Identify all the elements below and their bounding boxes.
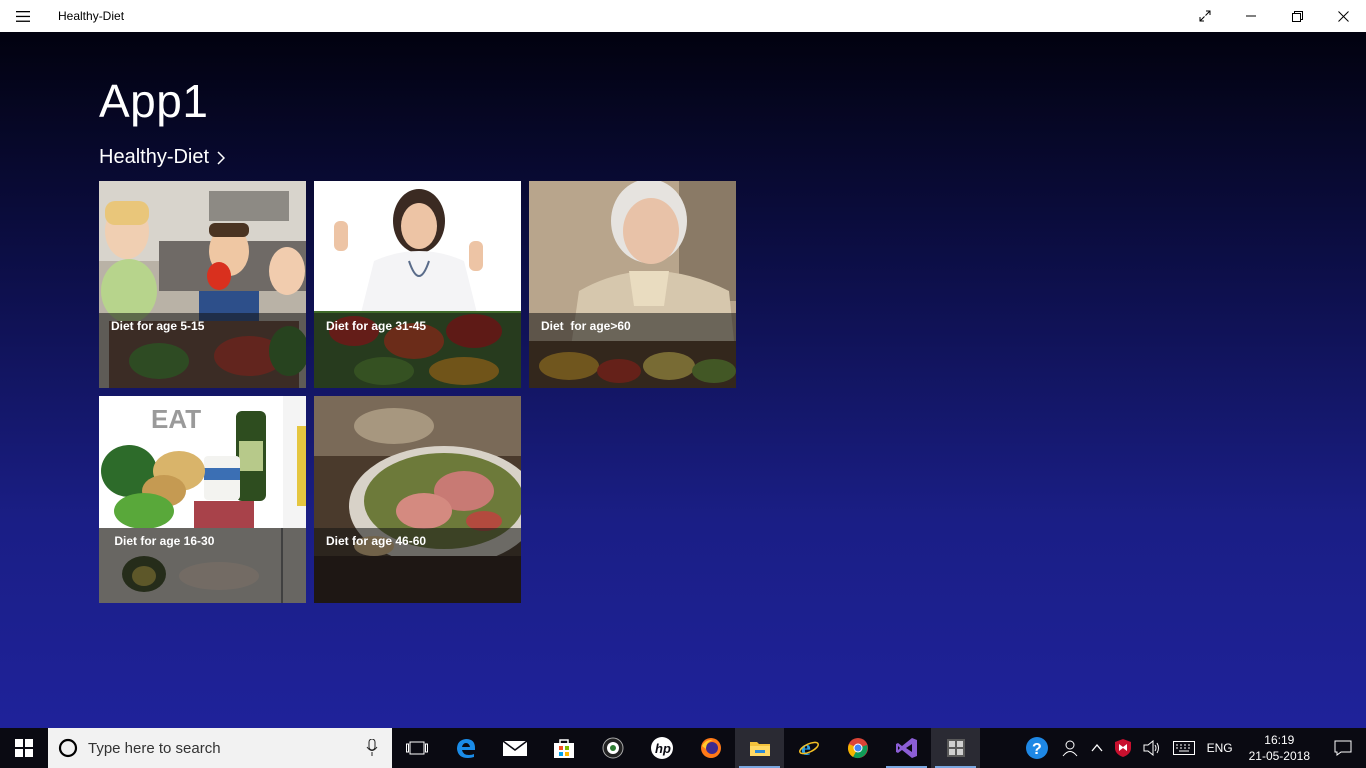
start-button[interactable] bbox=[0, 728, 48, 768]
tile-diet-age-5-15[interactable]: Diet for age 5-15 bbox=[99, 181, 306, 388]
cortana-icon bbox=[58, 738, 78, 758]
mail-icon bbox=[502, 740, 527, 756]
restore-icon bbox=[1291, 10, 1303, 22]
title-bar: Healthy-Diet bbox=[0, 0, 1366, 32]
taskbar-mail[interactable] bbox=[490, 728, 539, 768]
tile-diet-age-60-plus[interactable]: Diet for age>60 bbox=[529, 181, 736, 388]
tile-caption: Diet for age 5-15 bbox=[111, 319, 205, 333]
taskbar-visual-studio[interactable] bbox=[882, 728, 931, 768]
taskbar-hp[interactable]: hp bbox=[637, 728, 686, 768]
chevron-up-icon bbox=[1091, 744, 1103, 752]
taskbar-search-box[interactable]: Type here to search bbox=[48, 728, 392, 768]
help-tray-button[interactable]: ? bbox=[1019, 728, 1055, 768]
mcafee-shield-icon bbox=[1114, 739, 1131, 757]
people-icon bbox=[1062, 740, 1077, 757]
mcafee-tray-button[interactable] bbox=[1109, 728, 1137, 768]
search-placeholder: Type here to search bbox=[88, 739, 221, 757]
svg-text:?: ? bbox=[1032, 741, 1042, 758]
tile-caption: Diet for age>60 bbox=[541, 319, 631, 333]
input-language[interactable]: ENG bbox=[1201, 728, 1239, 768]
section-header-label: Healthy-Diet bbox=[99, 146, 210, 168]
tile-caption: Diet for age 31-45 bbox=[326, 319, 427, 333]
minimize-icon bbox=[1246, 15, 1256, 17]
app-tile-icon bbox=[946, 739, 965, 757]
store-icon bbox=[553, 739, 574, 758]
show-hidden-icons-button[interactable] bbox=[1085, 728, 1109, 768]
hamburger-icon bbox=[16, 10, 30, 22]
section-header-link[interactable]: Healthy-Diet bbox=[99, 146, 226, 169]
people-tray-button[interactable] bbox=[1055, 728, 1085, 768]
taskbar: Type here to search hp e ? ENG 16:19 21-… bbox=[0, 728, 1366, 768]
tile-diet-age-31-45[interactable]: Diet for age 31-45 bbox=[314, 181, 521, 388]
taskbar-edge[interactable] bbox=[441, 728, 490, 768]
expand-icon bbox=[1199, 10, 1211, 22]
microphone-icon[interactable] bbox=[366, 739, 378, 757]
hp-logo-icon: hp bbox=[650, 737, 673, 759]
minimize-button[interactable] bbox=[1228, 0, 1274, 32]
window-title: Healthy-Diet bbox=[58, 9, 125, 23]
close-button[interactable] bbox=[1320, 0, 1366, 32]
task-view-button[interactable] bbox=[392, 728, 441, 768]
chrome-icon bbox=[847, 738, 868, 759]
windows-logo-icon bbox=[15, 739, 33, 757]
window-controls bbox=[1182, 0, 1366, 32]
taskbar-store[interactable] bbox=[539, 728, 588, 768]
taskbar-file-explorer[interactable] bbox=[735, 728, 784, 768]
system-tray: ? ENG 16:19 21-05-2018 bbox=[1019, 728, 1366, 768]
taskbar-chrome[interactable] bbox=[833, 728, 882, 768]
close-icon bbox=[1337, 10, 1349, 22]
volume-tray-button[interactable] bbox=[1137, 728, 1167, 768]
hamburger-menu-button[interactable] bbox=[0, 0, 46, 32]
svg-text:hp: hp bbox=[655, 741, 671, 756]
taskbar-internet-explorer[interactable]: e bbox=[784, 728, 833, 768]
taskbar-camera[interactable] bbox=[588, 728, 637, 768]
svg-text:EAT: EAT bbox=[151, 404, 201, 434]
clock-time: 16:19 bbox=[1264, 733, 1295, 747]
task-view-icon bbox=[405, 741, 428, 755]
edge-icon bbox=[456, 739, 475, 758]
tile-caption: Diet for age 16-30 bbox=[111, 534, 215, 548]
action-center-button[interactable] bbox=[1320, 728, 1366, 768]
fullscreen-button[interactable] bbox=[1182, 0, 1228, 32]
touch-keyboard-button[interactable] bbox=[1167, 728, 1201, 768]
restore-button[interactable] bbox=[1274, 0, 1320, 32]
taskbar-healthy-diet-app[interactable] bbox=[931, 728, 980, 768]
taskbar-firefox[interactable] bbox=[686, 728, 735, 768]
app-content: App1 Healthy-Diet Diet for age 5-15 Diet… bbox=[0, 32, 1366, 728]
chevron-right-icon bbox=[217, 150, 226, 165]
tile-diet-age-46-60[interactable]: Diet for age 46-60 bbox=[314, 396, 521, 603]
camera-icon bbox=[602, 737, 623, 759]
folder-icon bbox=[749, 742, 770, 756]
notification-icon bbox=[1334, 740, 1352, 756]
keyboard-icon bbox=[1172, 741, 1195, 755]
speaker-icon bbox=[1143, 740, 1159, 756]
help-icon: ? bbox=[1025, 737, 1048, 759]
clock-date: 21-05-2018 bbox=[1248, 749, 1310, 763]
visual-studio-icon bbox=[895, 738, 917, 758]
tile-caption: Diet for age 46-60 bbox=[326, 534, 427, 548]
tile-diet-age-16-30[interactable]: EAT Diet for age 16-30 bbox=[99, 396, 306, 603]
page-title: App1 bbox=[99, 75, 209, 127]
firefox-icon bbox=[700, 738, 721, 758]
clock[interactable]: 16:19 21-05-2018 bbox=[1239, 732, 1320, 764]
internet-explorer-icon: e bbox=[798, 737, 819, 759]
